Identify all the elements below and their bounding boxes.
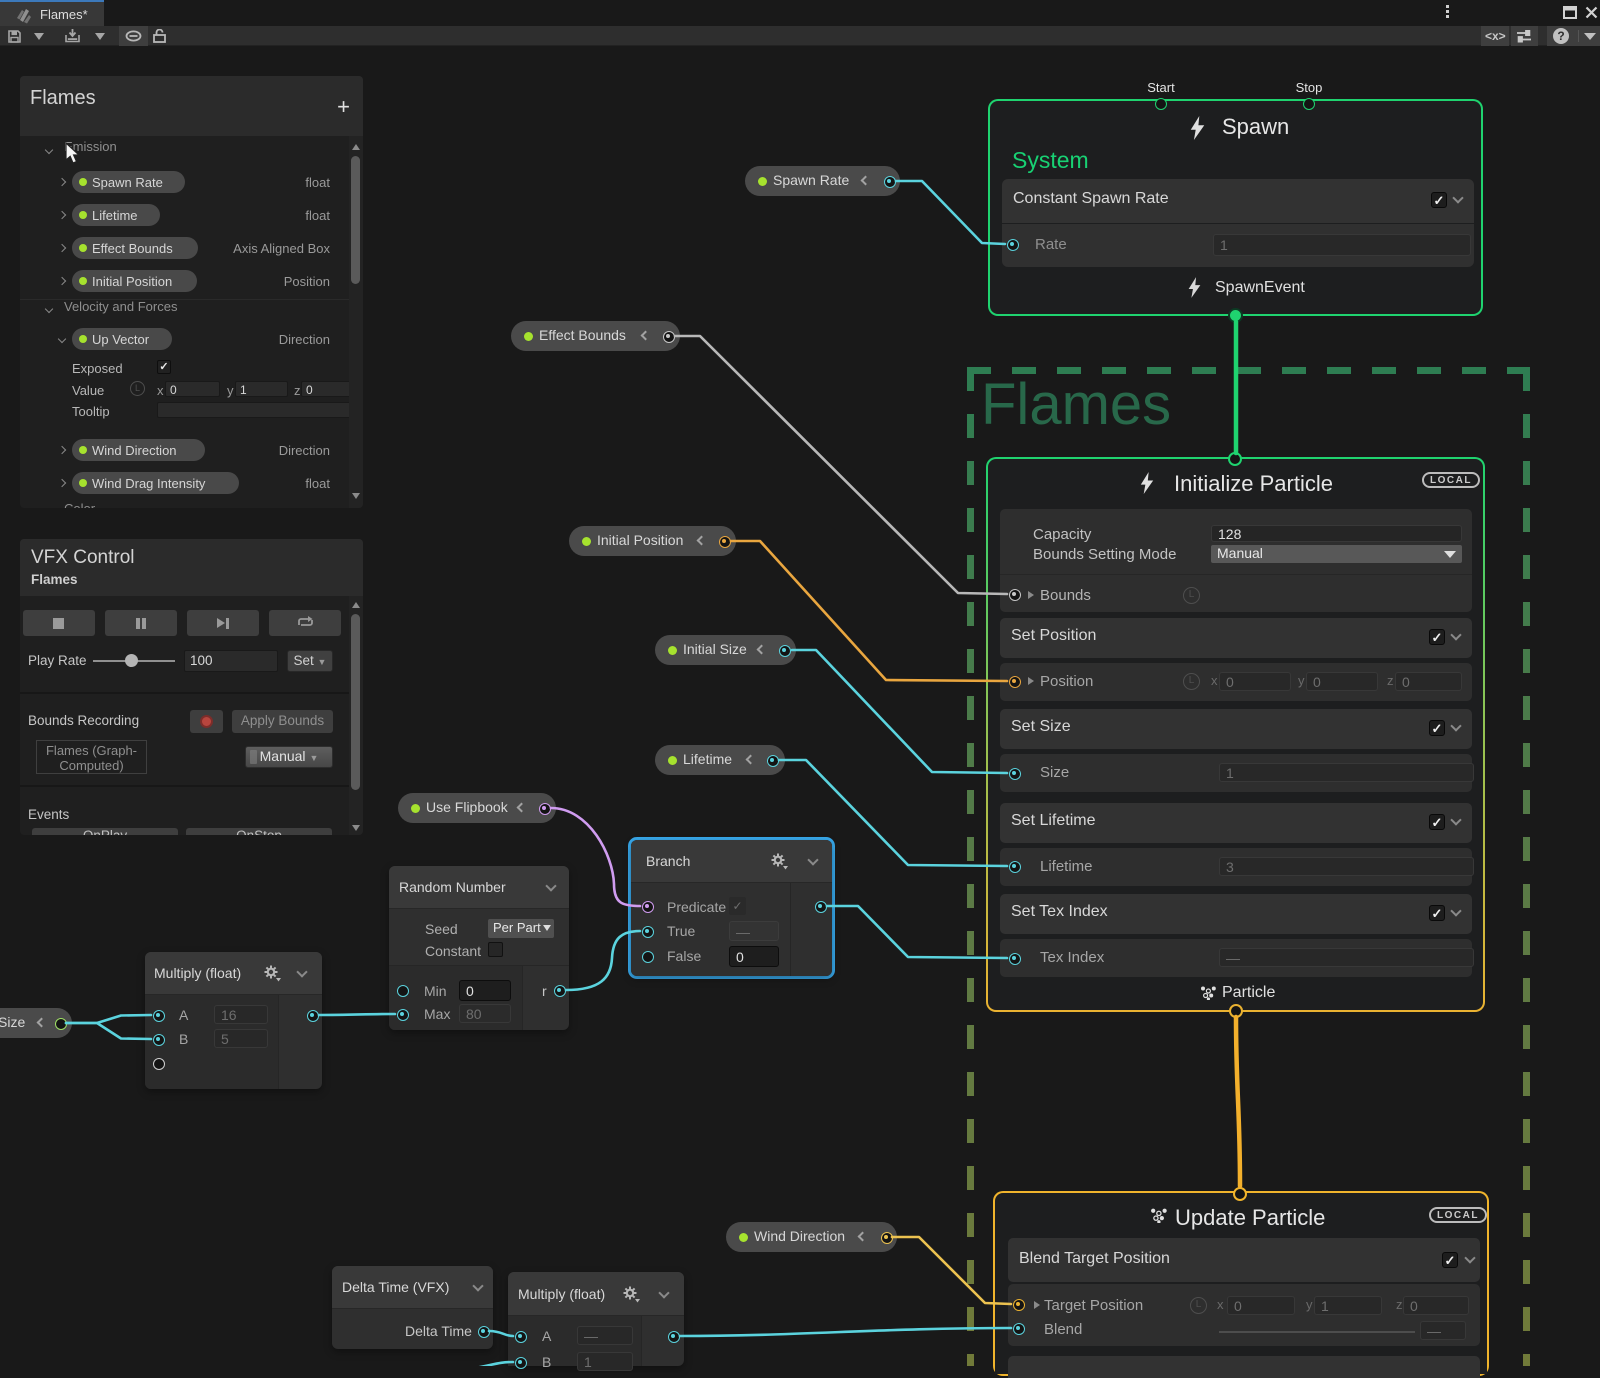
svg-text:Flames: Flames xyxy=(981,372,1171,437)
